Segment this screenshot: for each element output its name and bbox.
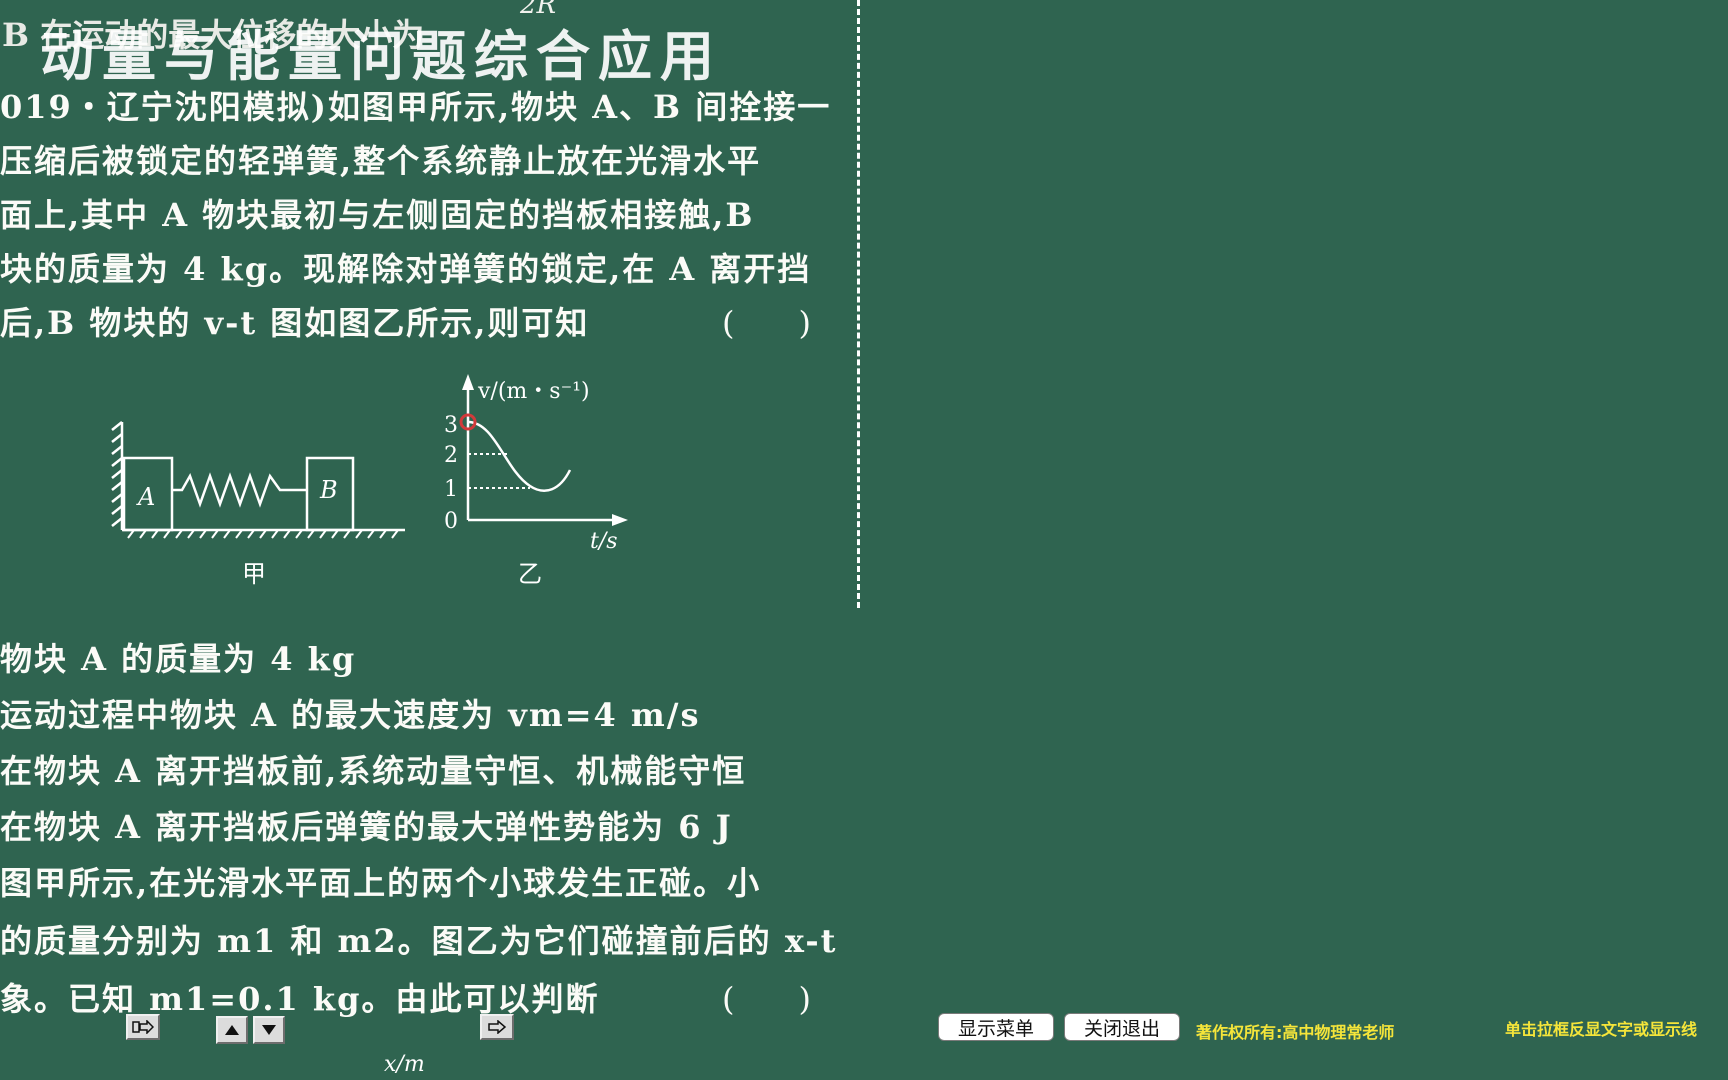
problem2-answer-paren: ( ) [722, 980, 811, 1018]
next-axis-label: x/m [384, 1052, 425, 1077]
close-exit-button[interactable]: 关闭退出 [1064, 1013, 1180, 1041]
problem1-line-5: 后,B 物块的 v-t 图如图乙所示,则可知 [0, 304, 590, 342]
spring [172, 472, 307, 508]
section-title: 动量与能量问题综合应用 [40, 24, 722, 88]
scroll-down-button[interactable] [253, 1016, 285, 1044]
option-a: 物块 A 的质量为 4 kg [0, 640, 357, 678]
x-axis-label: t/s [590, 529, 618, 554]
y-tick-3: 3 [444, 413, 458, 438]
problem1-answer-paren: ( ) [722, 304, 811, 342]
block-a-label: A [136, 483, 155, 511]
vt-graph: v/(m・s⁻¹) t/s 3 2 1 0 乙 [444, 374, 628, 588]
problem1-line-4: 块的质量为 4 kg。现解除对弹簧的锁定,在 A 离开挡 [0, 250, 812, 288]
show-menu-button[interactable]: 显示菜单 [938, 1013, 1054, 1041]
right-arrow-icon [488, 1020, 507, 1034]
problem2-line-2: 的质量分别为 m1 和 m2。图乙为它们碰撞前后的 x-t [0, 922, 838, 960]
problem1-line-2: 压缩后被锁定的轻弹簧,整个系统静止放在光滑水平 [0, 142, 762, 180]
option-b: 运动过程中物块 A 的最大速度为 vm=4 m/s [0, 696, 701, 734]
hint-text: 单击拉框反显文字或显示线 [1505, 1020, 1698, 1039]
up-triangle-icon [225, 1025, 239, 1035]
exit-arrow-icon [132, 1020, 154, 1034]
problem1-figure: A B 甲 v/(m・s⁻¹) t/s 3 2 1 0 乙 [111, 374, 628, 588]
y-tick-0: 0 [444, 509, 458, 534]
y-axis-label: v/(m・s⁻¹) [477, 379, 590, 404]
scroll-up-button[interactable] [216, 1016, 248, 1044]
option-d: 在物块 A 离开挡板后弹簧的最大弹性势能为 6 J [0, 808, 733, 846]
wall-diagram [111, 421, 405, 532]
block-b-label: B [319, 476, 338, 504]
problem1-line-3: 面上,其中 A 物块最初与左侧固定的挡板相接触,B [0, 196, 755, 234]
next-page-button[interactable] [480, 1014, 514, 1040]
caption-right: 乙 [518, 560, 542, 588]
caption-left: 甲 [242, 560, 266, 588]
option-c: 在物块 A 离开挡板前,系统动量守恒、机械能守恒 [0, 752, 747, 790]
problem2-line-1: 图甲所示,在光滑水平面上的两个小球发生正碰。小 [0, 864, 762, 902]
dashed-divider [857, 0, 860, 608]
down-triangle-icon [262, 1025, 276, 1035]
y-tick-2: 2 [444, 443, 458, 468]
exit-button[interactable] [126, 1014, 160, 1040]
problem1-line-1: 019・辽宁沈阳模拟)如图甲所示,物块 A、B 间拴接一 [0, 88, 832, 126]
y-tick-1: 1 [444, 477, 458, 502]
copyright-text: 著作权所有:高中物理常老师 [1196, 1023, 1395, 1042]
